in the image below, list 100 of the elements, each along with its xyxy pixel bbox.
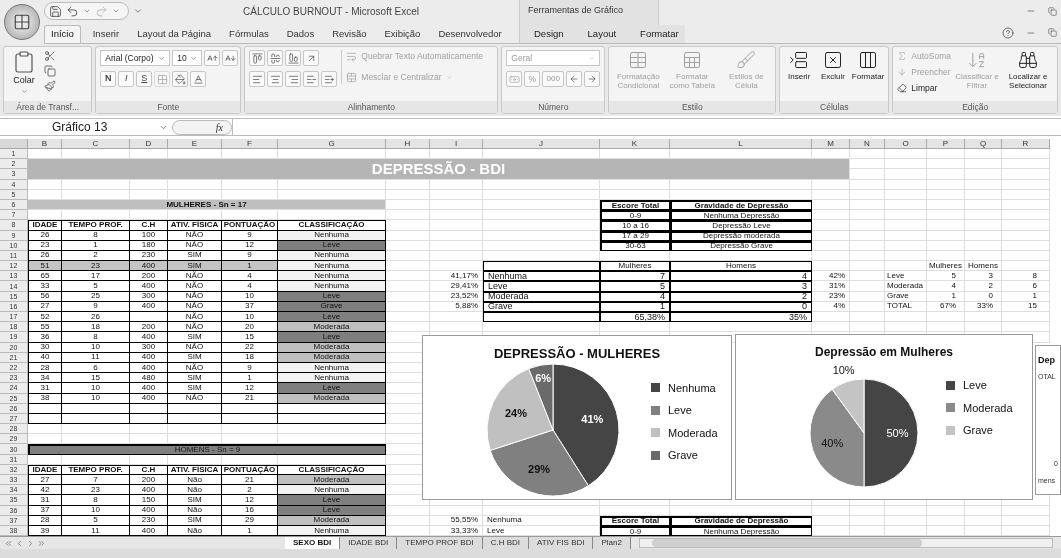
bold-button[interactable]: N (100, 71, 117, 87)
cells-button[interactable]: Excluir (818, 50, 848, 81)
underline-button[interactable]: S (136, 71, 153, 87)
sheet-tab[interactable]: TEMPO PROF BDI (397, 537, 483, 550)
font-family-field[interactable]: Arial (Corpo) (100, 50, 171, 66)
sheet-tab[interactable]: C.H BDI (482, 537, 530, 550)
ribbon-tab[interactable]: Fórmulas (223, 25, 275, 43)
column-heading: ATIV. FÍSICA (168, 220, 222, 231)
table-cell: Moderada (278, 515, 386, 526)
table-cell: 9 (62, 301, 130, 312)
table-cell: 1 (62, 240, 130, 251)
table-cell: 31% (812, 281, 850, 292)
table-cell: 25 (62, 291, 130, 302)
table-cell: 2 (222, 485, 278, 496)
table-cell: Nenhuma (278, 250, 386, 262)
table-cell: Nenhuma (278, 271, 386, 282)
column-header[interactable]: P (927, 139, 965, 149)
table-cell: 23 (62, 261, 130, 272)
table-cell: NÃO (168, 281, 222, 292)
clear-button[interactable]: Limpar (897, 81, 951, 95)
column-header[interactable]: J (483, 139, 600, 149)
table-cell: 300 (130, 291, 168, 302)
table-cell: 7 (62, 475, 130, 486)
table-cell: 67% (927, 301, 965, 312)
table-cell: Depressão Grave (670, 240, 812, 251)
table-cell: NÃO (168, 291, 222, 302)
sheet-tab[interactable]: Plan2 (593, 537, 631, 550)
ribbon-tab[interactable]: Revisão (326, 25, 373, 43)
column-header[interactable]: D (130, 139, 168, 149)
sheet-tab[interactable]: SEXO BDI (285, 537, 341, 550)
table-cell: Nenhuma (278, 362, 386, 374)
italic-button[interactable]: I (118, 71, 135, 87)
pie-chart[interactable]: Depressão em Mulheres 50% 40% 10% Leve Moderada Grave (735, 334, 1033, 500)
column-header[interactable]: R (1002, 139, 1050, 149)
table-cell: Grave (483, 301, 600, 312)
table-cell: 40 (28, 352, 62, 363)
paste-button[interactable]: Colar (8, 50, 40, 95)
legend-label: Grave (963, 423, 993, 438)
sheet-tab[interactable]: IDADE BDI (340, 537, 398, 550)
table-cell: 3 (670, 281, 812, 292)
table-cell: 37 (222, 301, 278, 312)
data-label: 29% (528, 462, 551, 474)
column-header[interactable]: F (222, 139, 278, 149)
table-cell: 18 (222, 352, 278, 363)
name-box[interactable]: Gráfico 13 (0, 119, 172, 135)
table-cell: Leve (278, 312, 386, 323)
sheet-title: DEPRESSÃO - BDI (28, 159, 850, 180)
column-header[interactable]: B (28, 139, 62, 149)
table-cell: 1 (222, 373, 278, 384)
column-header[interactable]: H (386, 139, 430, 149)
pie-chart[interactable]: DEPRESSÃO - MULHERES 41% 29% 24% 6% Nenhuma Leve Moderada Grave (422, 335, 732, 500)
table-cell: 11 (62, 352, 130, 363)
column-header[interactable]: Q (965, 139, 1002, 149)
column-header[interactable]: L (670, 139, 812, 149)
ribbon-tab[interactable]: Desenvolvedor (432, 25, 508, 43)
table-cell: Leve (278, 291, 386, 302)
group-label: Número (502, 101, 605, 113)
table-cell: 2 (62, 250, 130, 262)
column-heading: Homens (965, 261, 1002, 272)
column-header[interactable]: G (278, 139, 386, 149)
ribbon-tab[interactable]: Exibição (378, 25, 427, 43)
table-cell: Nenhuma (483, 515, 600, 526)
table-cell: 4 (670, 271, 812, 282)
data-label: 40% (821, 437, 844, 450)
legend-label: Leve (668, 403, 692, 418)
ribbon-tab[interactable]: Início (44, 25, 81, 43)
ribbon-tab[interactable]: Inserir (86, 25, 126, 43)
column-header[interactable]: K (600, 139, 670, 149)
table-cell: 1 (222, 261, 278, 272)
legend-label: Grave (668, 448, 698, 463)
group-label: Alinhamento (245, 101, 498, 113)
table-cell: 10 a 16 (600, 220, 670, 231)
column-header[interactable]: E (168, 139, 222, 149)
column-header[interactable]: M (812, 139, 850, 149)
column-header[interactable]: C (62, 139, 130, 149)
table-cell: NÃO (168, 342, 222, 353)
table-cell: Moderada (278, 322, 386, 333)
table-heading: HOMENS - Sn = 9 (28, 444, 386, 455)
legend-label: Moderada (668, 425, 718, 441)
table-cell: SIM (168, 332, 222, 343)
ribbon-tab[interactable]: Dados (280, 25, 321, 43)
table-cell: 8 (1002, 271, 1050, 282)
column-header[interactable]: N (850, 139, 885, 149)
table-cell: 8 (62, 230, 130, 241)
font-size-field[interactable]: 10 (172, 50, 203, 66)
table-cell: 10 (62, 342, 130, 353)
sheet-tab[interactable]: ATIV FIS BDI (529, 537, 594, 550)
cells-button[interactable]: Inserir (784, 50, 815, 81)
find-select-button[interactable]: Localizar e Selecionar (1003, 50, 1053, 90)
column-header[interactable]: O (885, 139, 927, 149)
table-cell: NÃO (168, 240, 222, 251)
ribbon-tab[interactable]: Layout da Página (131, 25, 218, 43)
table-cell: 2 (670, 291, 812, 302)
table-cell: 10 (222, 312, 278, 323)
cells-button[interactable]: Formatar (851, 50, 885, 81)
column-header[interactable]: I (430, 139, 483, 149)
table-cell: Nenhuma (278, 261, 386, 272)
function-label[interactable]: fx (215, 119, 223, 135)
table-cell: 8 (62, 495, 130, 506)
table-cell: 4 (600, 291, 670, 302)
